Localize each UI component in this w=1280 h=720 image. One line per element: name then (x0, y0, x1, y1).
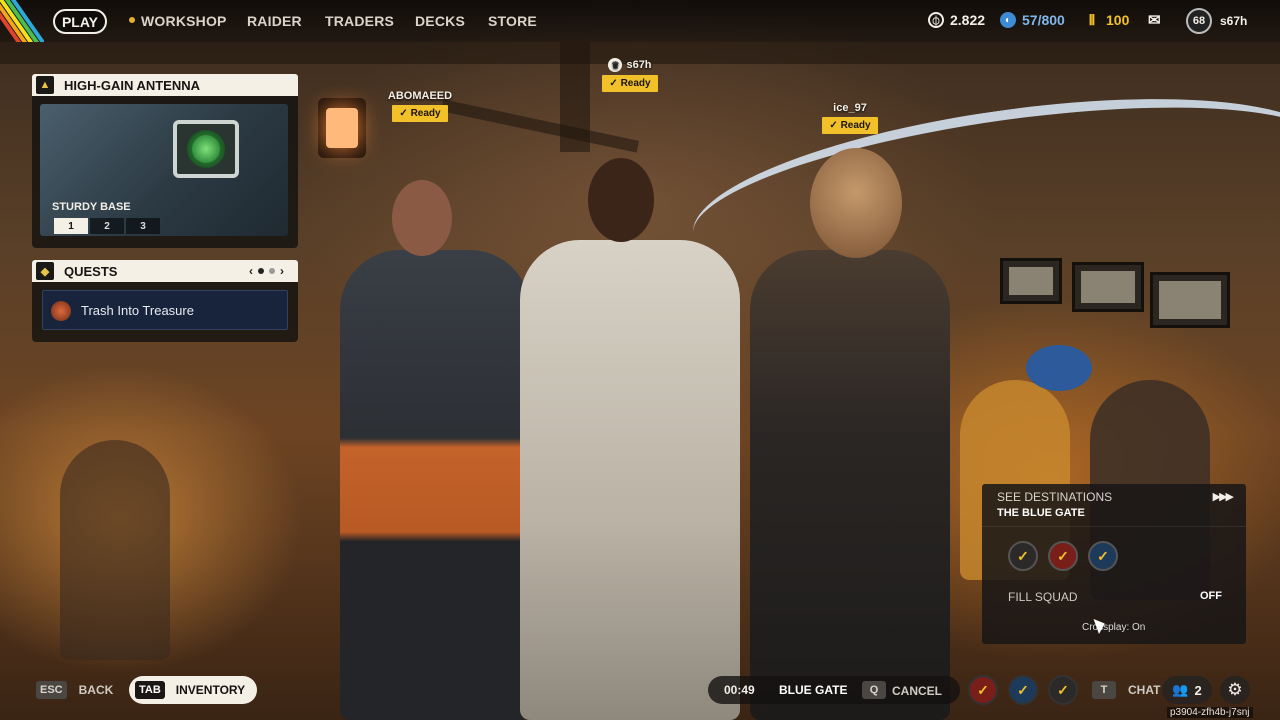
nav-workshop[interactable]: WORKSHOP (129, 13, 227, 29)
tier-2-button[interactable]: 2 (90, 218, 124, 234)
squad-slot[interactable]: ✓ (1088, 541, 1118, 571)
fill-squad-label: FILL SQUAD (1008, 590, 1078, 604)
mail-icon[interactable]: ✉ (1148, 11, 1161, 29)
see-destinations-label[interactable]: SEE DESTINATIONS (997, 490, 1112, 504)
destination-panel[interactable]: SEE DESTINATIONS ▶▶▶ THE BLUE GATE ✓ ✓ ✓… (982, 484, 1246, 644)
raider-token-icon: ◐ (1000, 12, 1016, 28)
raider-token-value: 57/800 (1022, 12, 1065, 28)
nav-raider[interactable]: RAIDER (247, 13, 302, 29)
ready-badge: ✓ Ready (392, 105, 448, 122)
squad-leader-icon[interactable]: ✓ (1048, 675, 1078, 705)
radar-icon (173, 120, 239, 178)
matchmaking-status: 00:49 BLUE GATE Q CANCEL (708, 676, 960, 704)
quest-diamond-icon: ◆ (36, 262, 54, 280)
antenna-subtitle: STURDY BASE (52, 201, 131, 213)
inventory-label: INVENTORY (175, 683, 246, 697)
chat-label: CHAT (1128, 683, 1161, 697)
back-button[interactable]: ESC BACK (36, 681, 113, 699)
quests-title: QUESTS (64, 263, 118, 279)
antenna-warning-icon: ▲ (36, 76, 54, 94)
squad-slot[interactable]: ✓ (1048, 541, 1078, 571)
player-tag: ♛ s67h ✓ Ready (600, 58, 660, 92)
fast-forward-icon[interactable]: ▶▶▶ (1213, 490, 1234, 503)
esc-key: ESC (36, 681, 67, 699)
back-label: BACK (78, 683, 114, 697)
credits-balance[interactable]: ⦀ 100 (1084, 11, 1130, 29)
notification-dot-icon (129, 17, 135, 24)
player-tag: ice_97 ✓ Ready (820, 102, 880, 134)
quests-panel: ◆ QUESTS ‹ › Trash Into Treasure (32, 260, 298, 342)
brand-stripes (0, 0, 44, 42)
squad-member-icon[interactable]: ✓ (1008, 675, 1038, 705)
coin-value: 2.822 (950, 12, 986, 28)
quest-page-dot-active (258, 268, 264, 274)
squad-member-icon[interactable]: ✓ (968, 675, 998, 705)
friends-icon: 👥 (1172, 682, 1189, 697)
chat-button[interactable]: T CHAT (1092, 681, 1160, 699)
player-tag: ABOMAEED ✓ Ready (387, 90, 453, 122)
quest-next-icon[interactable]: › (280, 264, 284, 278)
nav-traders[interactable]: TRADERS (325, 13, 394, 29)
friends-count: 2 (1194, 682, 1202, 698)
quest-page-dot (269, 268, 275, 274)
nav-decks[interactable]: DECKS (415, 13, 465, 29)
tab-key: TAB (135, 681, 165, 699)
t-key: T (1092, 681, 1116, 699)
squad-slot-leader[interactable]: ✓ (1008, 541, 1038, 571)
credits-value: 100 (1106, 12, 1130, 28)
quest-giver-icon (51, 301, 71, 321)
ready-badge: ✓ Ready (602, 75, 658, 92)
q-key: Q (862, 681, 886, 699)
antenna-panel[interactable]: ▲ HIGH-GAIN ANTENNA STURDY BASE 1 2 3 (32, 74, 298, 248)
antenna-panel-header: ▲ HIGH-GAIN ANTENNA (32, 74, 298, 96)
inventory-button[interactable]: TAB INVENTORY (129, 676, 257, 704)
ready-label: Ready (840, 120, 871, 131)
nav-store[interactable]: STORE (488, 13, 537, 29)
quest-prev-icon[interactable]: ‹ (249, 264, 253, 278)
antenna-tier-selector: 1 2 3 (54, 218, 160, 234)
divider (982, 526, 1246, 527)
session-id: p3904-zfh4b-j7snj (1167, 707, 1253, 718)
gear-icon[interactable]: ⚙ (1220, 676, 1250, 704)
coin-balance[interactable]: ⏀ 2.822 (928, 12, 985, 28)
player-level-badge[interactable]: 68 (1186, 8, 1212, 34)
top-nav-bar: PLAY WORKSHOP RAIDER TRADERS DECKS STORE… (0, 0, 1280, 42)
coin-icon: ⏀ (928, 12, 944, 28)
ready-badge: ✓ Ready (822, 117, 878, 134)
player-username[interactable]: s67h (1220, 14, 1247, 28)
cancel-matchmaking-button[interactable]: CANCEL (892, 684, 942, 698)
player-name: ABOMAEED (387, 90, 453, 102)
player-name: s67h (626, 59, 652, 71)
matchmaking-timer: 00:49 (724, 683, 755, 697)
raider-token-balance[interactable]: ◐ 57/800 (1000, 12, 1065, 28)
quest-label: Trash Into Treasure (81, 302, 194, 318)
fill-squad-toggle[interactable]: OFF (1200, 590, 1222, 602)
quests-panel-header: ◆ QUESTS ‹ › (32, 260, 298, 282)
ready-label: Ready (410, 108, 441, 119)
play-button[interactable]: PLAY (53, 9, 107, 34)
nav-workshop-label: WORKSHOP (141, 13, 227, 29)
quest-pager: ‹ › (249, 264, 284, 278)
friends-button[interactable]: 👥 2 (1162, 676, 1212, 704)
player-name: ice_97 (833, 102, 867, 114)
crossplay-status: Crossplay: On (1082, 622, 1146, 633)
ready-label: Ready (620, 78, 651, 89)
quest-list-item[interactable]: Trash Into Treasure (42, 290, 288, 330)
antenna-preview-image (40, 104, 288, 236)
tier-1-button[interactable]: 1 (54, 218, 88, 234)
crown-icon: ♛ (608, 58, 623, 72)
matchmaking-location: BLUE GATE (779, 683, 848, 697)
tier-3-button[interactable]: 3 (126, 218, 160, 234)
antenna-title: HIGH-GAIN ANTENNA (64, 77, 201, 93)
destination-name: THE BLUE GATE (997, 507, 1085, 519)
credits-icon: ⦀ (1088, 11, 1096, 28)
